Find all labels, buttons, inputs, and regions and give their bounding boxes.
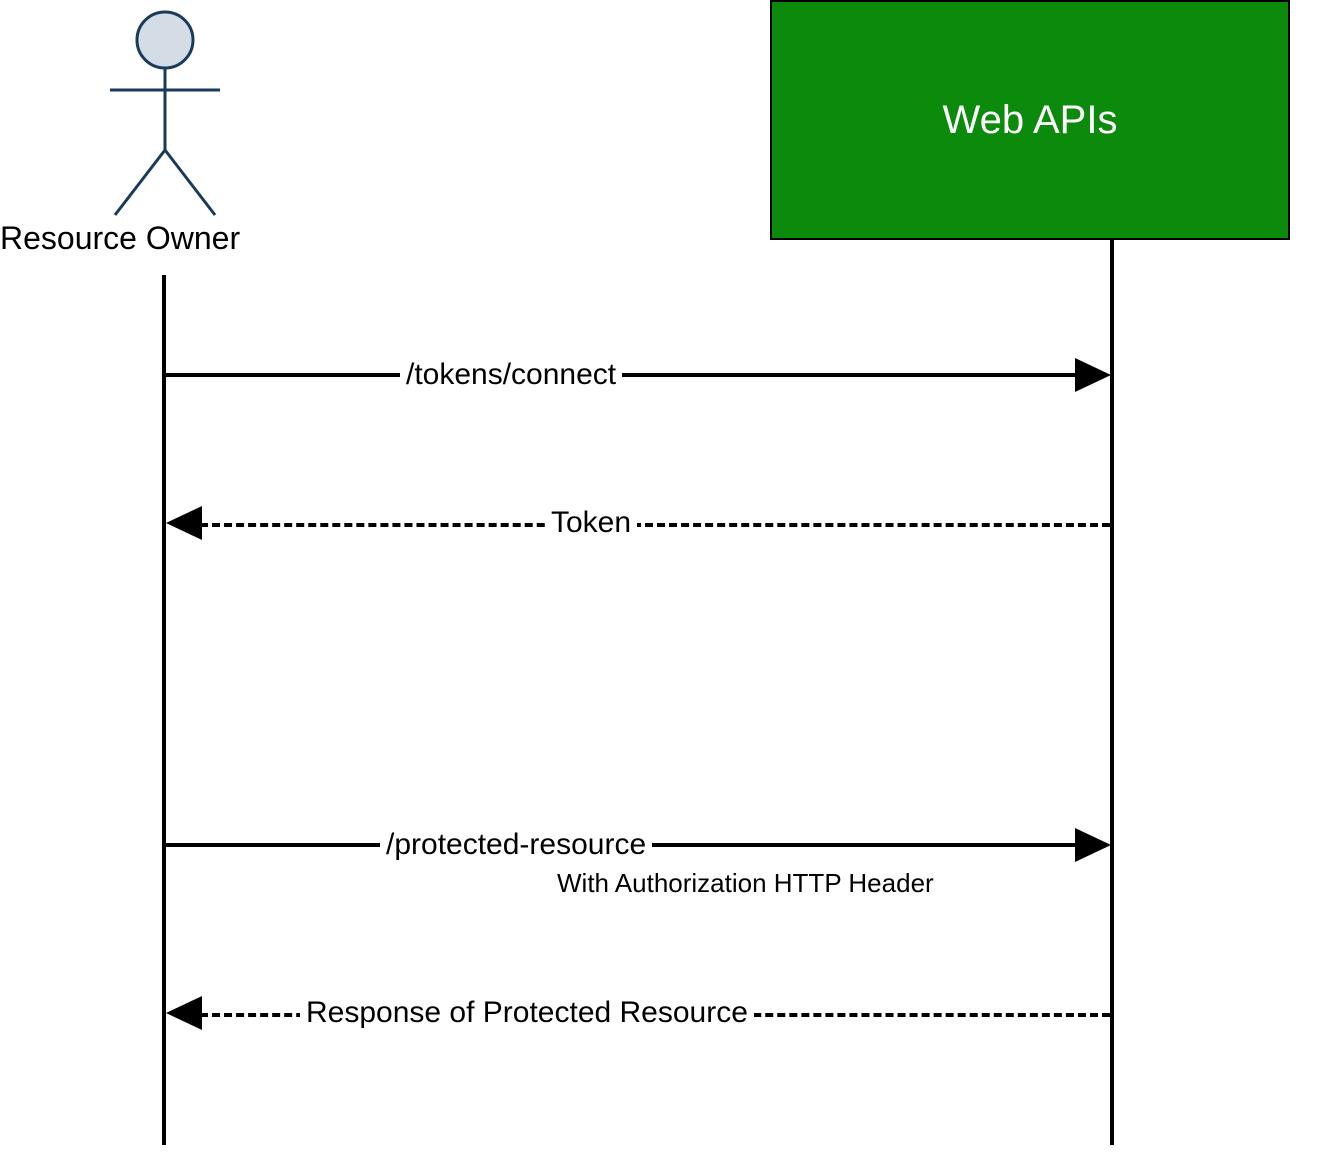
resource-owner-actor-icon [100,10,240,225]
message-1-label: /tokens/connect [400,356,622,394]
arrowhead-left-icon [166,506,202,545]
arrowhead-right-icon [1075,828,1111,867]
message-2-line [200,523,1110,527]
message-3-sublabel: With Authorization HTTP Header [553,868,938,899]
resource-owner-label: Resource Owner [0,220,240,257]
message-2-label: Token [545,504,637,542]
message-1-line [166,373,1096,377]
message-3-label: /protected-resource [380,826,652,864]
web-apis-participant: Web APIs [770,0,1290,240]
arrowhead-right-icon [1075,358,1111,397]
arrowhead-left-icon [166,996,202,1035]
message-4-label: Response of Protected Resource [300,994,754,1032]
sequence-diagram: Resource Owner Web APIs /tokens/connect … [0,0,1344,1168]
web-apis-label: Web APIs [943,98,1118,143]
